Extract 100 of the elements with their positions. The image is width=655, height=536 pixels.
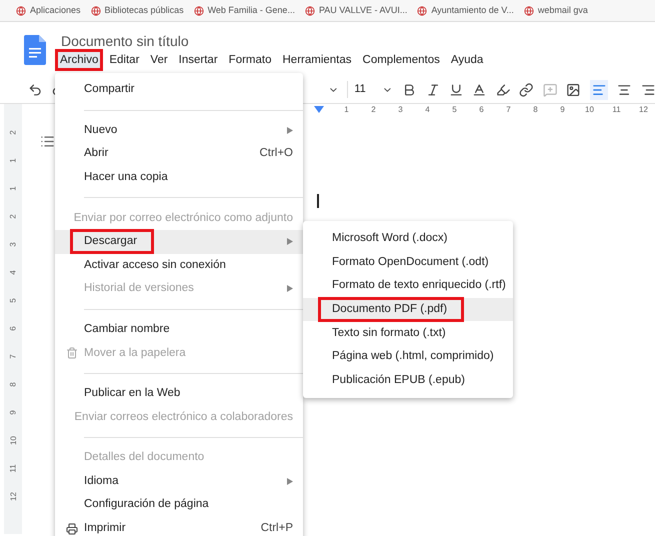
ruler-number: 8 — [8, 382, 18, 387]
ruler-number: 6 — [478, 104, 485, 116]
menu-item[interactable]: Publicación EPUB (.epub) — [303, 368, 513, 392]
ruler-number: 5 — [8, 298, 18, 303]
menu-bar-item[interactable]: Archivo — [58, 52, 100, 68]
menu-item-label: Cambiar nombre — [84, 322, 170, 337]
menu-item[interactable]: Hacer una copia — [55, 166, 303, 190]
menu-item[interactable]: Nuevo — [55, 118, 303, 142]
menu-item[interactable]: Página web (.html, comprimido) — [303, 344, 513, 369]
ruler-number: 10 — [585, 104, 594, 116]
ruler-number: 3 — [397, 104, 404, 116]
menu-item-label: Hacer una copia — [84, 170, 168, 185]
bookmark-icon — [524, 6, 534, 16]
italic-icon[interactable] — [426, 82, 440, 98]
ruler-number: 7 — [8, 354, 18, 359]
menu-item[interactable]: Descargar — [55, 230, 303, 254]
text-color-icon[interactable] — [472, 82, 487, 98]
menu-item[interactable]: Compartir — [55, 78, 303, 102]
menu-item[interactable]: Abrir Ctrl+O — [55, 142, 303, 166]
menu-item-label: Nuevo — [84, 122, 118, 138]
ruler-number: 2 — [8, 214, 18, 219]
menu-bar-item[interactable]: Insertar — [176, 52, 220, 68]
menu-bar-item[interactable]: Herramientas — [280, 52, 354, 68]
undo-icon[interactable] — [28, 82, 42, 98]
menu-item[interactable]: Texto sin formato (.txt) — [303, 321, 513, 345]
menu-item-label: Mover a la papelera — [84, 346, 186, 361]
highlighter-icon[interactable] — [496, 82, 510, 98]
ruler-number: 3 — [8, 242, 18, 247]
font-size-field[interactable]: 11 — [347, 81, 374, 98]
bookmark-icon — [16, 6, 26, 16]
outline-icon[interactable] — [40, 134, 55, 149]
menu-item-label: Activar acceso sin conexión — [84, 258, 226, 273]
ruler-number: 7 — [505, 104, 512, 116]
menu-item-label: Descargar — [70, 229, 154, 254]
menu-item-label: Publicar en la Web — [84, 386, 180, 402]
menu-item[interactable]: Microsoft Word (.docx) — [303, 227, 513, 251]
ruler-number: 11 — [8, 464, 18, 473]
menu-item[interactable]: Publicar en la Web — [55, 382, 303, 406]
bookmark-link[interactable]: Ayuntamiento de V... — [431, 4, 514, 18]
ruler-number: 8 — [532, 104, 539, 116]
ruler-number: 1 — [8, 186, 18, 191]
menu-item-label: Historial de versiones — [84, 281, 194, 296]
menu-bar-item[interactable]: Editar — [107, 52, 142, 68]
menu-item-label: Formato de texto enriquecido (.rtf) — [332, 278, 506, 294]
ruler-number: 9 — [559, 104, 566, 116]
menu-item-label: Formato OpenDocument (.odt) — [332, 254, 489, 270]
menu-item-label: Página web (.html, comprimido) — [332, 349, 494, 364]
menu-item-label: Enviar correos electrónico a colaboradores — [74, 410, 293, 425]
menu-item[interactable]: Documento PDF (.pdf) — [303, 298, 513, 322]
document-icon[interactable] — [24, 35, 46, 65]
bookmark-link[interactable]: PAU VALLVE - AVUI... — [318, 4, 408, 18]
ruler-number: 2 — [8, 130, 18, 135]
menu-item[interactable]: Activar acceso sin conexión — [55, 254, 303, 278]
ruler-number: 12 — [8, 492, 18, 501]
menu-item-label: Microsoft Word (.docx) — [332, 231, 448, 246]
bookmark-icon — [417, 6, 428, 16]
menu-item[interactable]: Configuración de página — [55, 493, 303, 517]
menu-item-label: Detalles del documento — [84, 450, 204, 466]
menu-bar-item[interactable]: Ver — [148, 52, 170, 68]
menu-item-label: Texto sin formato (.txt) — [332, 326, 446, 341]
menu-item[interactable]: Idioma — [55, 470, 303, 494]
menu-item-label: Enviar por correo electrónico como adjunto — [74, 210, 293, 226]
shortcut-label: Ctrl+P — [260, 521, 293, 536]
bookmark-icon — [90, 6, 101, 16]
ruler-number: 1 — [8, 158, 18, 163]
menu-item[interactable]: Formato de texto enriquecido (.rtf) — [303, 274, 513, 298]
bookmark-link[interactable]: Bibliotecas públicas — [104, 4, 184, 18]
menu-bar-item[interactable]: Ayuda — [448, 52, 486, 68]
bookmark-icon — [304, 6, 315, 16]
menu-item-label: Publicación EPUB (.epub) — [332, 372, 465, 388]
bookmark-icon — [194, 6, 204, 16]
bookmark-link[interactable]: webmail gva — [538, 4, 588, 18]
ruler-number: 9 — [8, 410, 18, 415]
menu-item[interactable]: Formato OpenDocument (.odt) — [303, 250, 513, 274]
bookmark-link[interactable]: Aplicaciones — [30, 4, 81, 18]
bold-icon[interactable] — [402, 82, 417, 98]
text-cursor — [317, 194, 318, 208]
menu-item-label: Imprimir — [84, 521, 126, 536]
image-icon[interactable] — [566, 82, 581, 98]
ruler-number: 4 — [8, 270, 18, 275]
link-icon[interactable] — [519, 82, 534, 98]
menu-item-label: Documento PDF (.pdf) — [318, 296, 464, 322]
menu-bar-item[interactable]: Formato — [226, 52, 274, 68]
ruler-number: 10 — [8, 436, 18, 445]
menu-item-label: Idioma — [84, 474, 119, 489]
menu-item-label: Configuración de página — [84, 497, 209, 512]
align-left-icon[interactable] — [590, 80, 608, 100]
document-title[interactable]: Documento sin título — [61, 32, 486, 50]
ruler-number: 4 — [424, 104, 431, 116]
shortcut-label: Ctrl+O — [259, 146, 293, 162]
menu-bar-item[interactable]: Complementos — [360, 52, 442, 68]
underline-icon[interactable] — [449, 82, 464, 98]
ruler-number: 5 — [451, 104, 458, 116]
menu-item[interactable]: Imprimir Ctrl+P — [55, 516, 303, 536]
ruler-number: 2 — [370, 104, 377, 116]
indent-marker-icon[interactable] — [314, 106, 324, 114]
ruler-number: 12 — [639, 104, 648, 116]
menu-item[interactable]: Cambiar nombre — [55, 318, 303, 342]
bookmark-link[interactable]: Web Familia - Gene... — [208, 4, 295, 18]
ruler-number: 11 — [612, 104, 621, 116]
